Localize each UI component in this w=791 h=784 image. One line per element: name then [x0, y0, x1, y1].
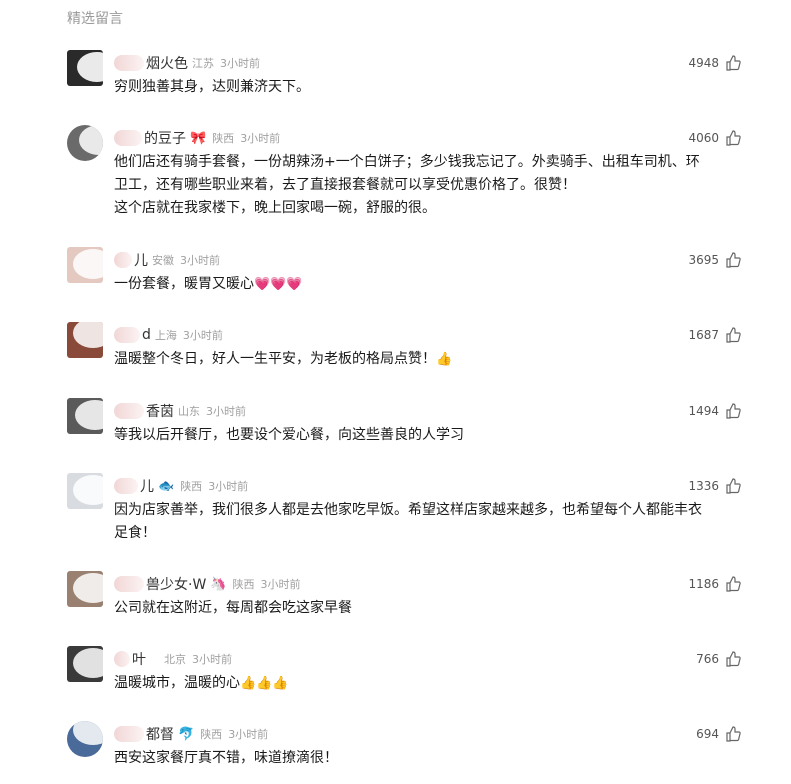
like-count: 3695: [688, 253, 719, 267]
comment-item: 儿 安徽 3小时前 3695 一份套餐，暖胃又暖心💗💗💗: [0, 247, 791, 297]
commenter-name[interactable]: 叶: [132, 649, 146, 669]
name-blur: [114, 726, 144, 742]
commenter-name[interactable]: 都督: [146, 724, 174, 744]
commenter-name[interactable]: 的豆子: [144, 128, 186, 148]
name-blur: [114, 252, 132, 268]
commenter-name[interactable]: 兽少女·W: [146, 574, 206, 594]
name-blur: [114, 327, 140, 343]
comment-text: 因为店家善举，我们很多人都是去他家吃早饭。希望这样店家越来越多，也希望每个人都能…: [114, 502, 702, 541]
dolphin-badge-icon: 🐬: [178, 726, 195, 742]
timestamp: 3小时前: [180, 254, 220, 267]
comment-text: 等我以后开餐厅，也要设个爱心餐，向这些善良的人学习: [114, 427, 464, 443]
comment-item: 叶 北京 3小时前 766 温暖城市，温暖的心👍👍👍: [0, 646, 791, 696]
comment-item: d 上海 3小时前 1687 温暖整个冬日，好人一生平安，为老板的格局点赞！👍: [0, 322, 791, 372]
like-count: 1186: [688, 577, 719, 591]
section-title: 精选留言: [67, 11, 123, 27]
location: 陕西: [180, 480, 203, 493]
timestamp: 3小时前: [208, 480, 249, 493]
like-count: 4948: [688, 56, 719, 70]
avatar[interactable]: [67, 247, 103, 283]
avatar[interactable]: [67, 473, 103, 509]
comment-text: 他们店还有骑手套餐，一份胡辣汤+一个白饼子；多少钱我忘记了。外卖骑手、出租车司机…: [114, 154, 700, 216]
location: 上海: [154, 329, 177, 342]
comment-item: 的豆子 🎀 陕西 3小时前 4060 他们店还有骑手套餐，一份胡辣汤+一个白饼子…: [0, 125, 791, 225]
thumbs-up-emoji: 👍👍👍: [240, 676, 289, 691]
like-button[interactable]: 1336: [688, 477, 741, 495]
thumbs-up-icon: [726, 576, 741, 592]
name-blur: [114, 55, 144, 71]
like-count: 694: [696, 727, 719, 741]
location: 陕西: [200, 728, 223, 741]
comment-item: 烟火色 江苏 3小时前 4948 穷则独善其身，达则兼济天下。: [0, 50, 791, 100]
thumbs-up-emoji: 👍: [436, 352, 453, 367]
commenter-name[interactable]: d: [142, 327, 151, 343]
avatar[interactable]: [67, 646, 103, 682]
like-button[interactable]: 1186: [688, 575, 741, 593]
comment-text: 温暖整个冬日，好人一生平安，为老板的格局点赞！👍: [114, 351, 453, 367]
fish-badge-icon: 🐟: [158, 478, 175, 494]
location: 江苏: [192, 57, 214, 70]
like-button[interactable]: 766: [696, 650, 741, 668]
like-count: 1494: [688, 404, 719, 418]
like-count: 766: [696, 652, 719, 666]
location: 陕西: [232, 578, 255, 591]
avatar[interactable]: [67, 322, 103, 358]
like-count: 1336: [688, 479, 719, 493]
commenter-name[interactable]: 烟火色: [146, 53, 188, 73]
avatar[interactable]: [67, 721, 103, 757]
like-button[interactable]: 4948: [688, 54, 741, 72]
ribbon-badge-icon: 🎀: [190, 130, 207, 146]
like-button[interactable]: 694: [696, 725, 741, 743]
location: 山东: [178, 405, 200, 418]
like-count: 4060: [688, 131, 719, 145]
location: 北京: [164, 653, 186, 666]
comment-text: 一份套餐，暖胃又暖心💗💗💗: [114, 276, 303, 292]
comment-text: 穷则独善其身，达则兼济天下。: [114, 79, 310, 95]
location: 陕西: [212, 132, 235, 145]
name-blur: [114, 576, 144, 592]
timestamp: 3小时前: [182, 329, 223, 342]
commenter-name[interactable]: 香茵: [146, 401, 174, 421]
timestamp: 3小时前: [228, 728, 269, 741]
like-button[interactable]: 4060: [688, 129, 741, 147]
unicorn-badge-icon: 🦄: [210, 576, 227, 592]
timestamp: 3小时前: [206, 405, 246, 418]
thumbs-up-icon: [726, 55, 741, 71]
timestamp: 3小时前: [260, 578, 301, 591]
like-count: 1687: [688, 328, 719, 342]
thumbs-up-icon: [726, 252, 741, 268]
name-blur: [114, 651, 130, 667]
commenter-name[interactable]: 儿: [140, 476, 154, 496]
location: 安徽: [152, 254, 174, 267]
timestamp: 3小时前: [220, 57, 260, 70]
commenter-name[interactable]: 儿: [134, 250, 148, 270]
avatar[interactable]: [67, 50, 103, 86]
comment-item: 兽少女·W 🦄 陕西 3小时前 1186 公司就在这附近，每周都会吃这家早餐: [0, 571, 791, 621]
name-blur: [114, 130, 142, 146]
comment-text: 公司就在这附近，每周都会吃这家早餐: [114, 600, 352, 616]
comment-text: 西安这家餐厅真不错，味道撩滴很！: [114, 750, 338, 766]
like-button[interactable]: 3695: [688, 251, 741, 269]
comment-text: 温暖城市，温暖的心👍👍👍: [114, 675, 289, 691]
heart-emoji: 💗💗💗: [254, 277, 303, 292]
thumbs-up-icon: [726, 478, 741, 494]
comment-item: 香茵 山东 3小时前 1494 等我以后开餐厅，也要设个爱心餐，向这些善良的人学…: [0, 398, 791, 448]
name-blur: [114, 478, 138, 494]
comment-item: 都督 🐬 陕西 3小时前 694 西安这家餐厅真不错，味道撩滴很！: [0, 721, 791, 771]
avatar[interactable]: [67, 571, 103, 607]
name-blur: [114, 403, 144, 419]
avatar[interactable]: [67, 125, 103, 161]
thumbs-up-icon: [726, 130, 741, 146]
thumbs-up-icon: [726, 403, 741, 419]
thumbs-up-icon: [726, 327, 741, 343]
avatar[interactable]: [67, 398, 103, 434]
timestamp: 3小时前: [192, 653, 232, 666]
like-button[interactable]: 1687: [688, 326, 741, 344]
thumbs-up-icon: [726, 651, 741, 667]
comment-item: 儿 🐟 陕西 3小时前 1336 因为店家善举，我们很多人都是去他家吃早饭。希望…: [0, 473, 791, 553]
like-button[interactable]: 1494: [688, 402, 741, 420]
timestamp: 3小时前: [240, 132, 281, 145]
thumbs-up-icon: [726, 726, 741, 742]
